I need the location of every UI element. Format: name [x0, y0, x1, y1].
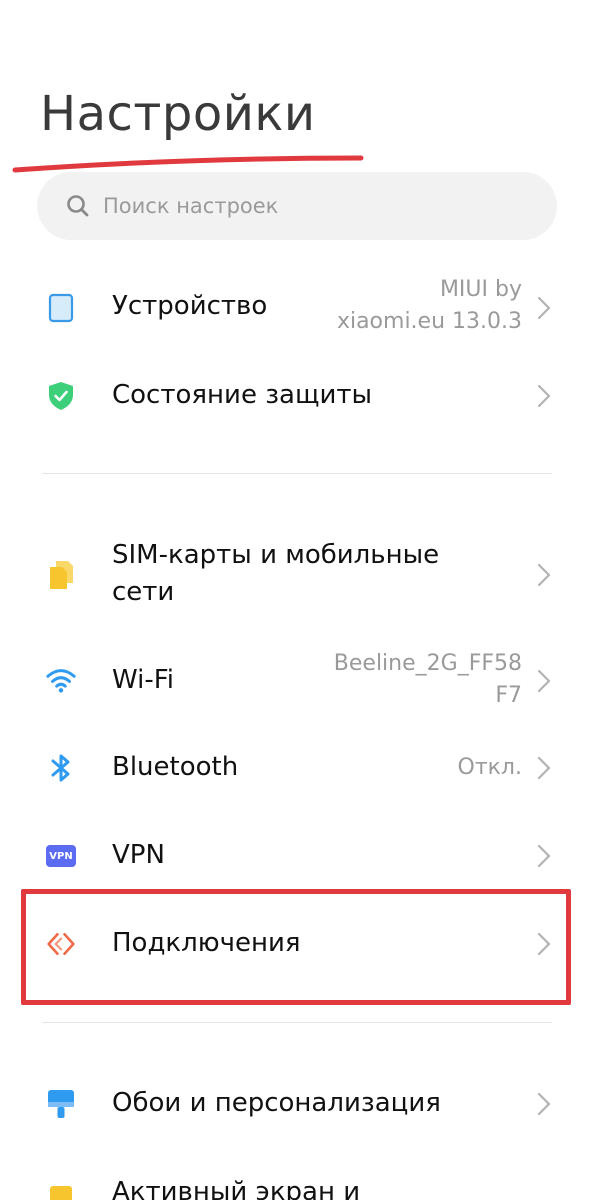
shield-check-icon: [46, 381, 76, 411]
chevron-right-icon: [537, 384, 551, 408]
sim-cards-icon: [46, 560, 76, 590]
vpn-icon-badge: VPN: [46, 845, 76, 867]
value-line: MIUI by: [439, 277, 522, 302]
search-icon: [67, 195, 89, 217]
settings-item-label: SIM-карты и мобильные сети: [112, 537, 439, 611]
settings-item-vpn[interactable]: VPN VPN: [0, 818, 594, 894]
title-underline-annotation: [12, 155, 364, 173]
search-bar[interactable]: [37, 172, 557, 240]
settings-item-label: Активный экран и: [112, 1177, 361, 1200]
bluetooth-status-value: Откл.: [457, 755, 522, 780]
phone-device-icon: [46, 293, 76, 323]
vpn-icon: VPN: [46, 841, 76, 871]
chevron-right-icon: [537, 756, 551, 780]
chevron-right-icon: [537, 296, 551, 320]
label-line: сети: [112, 577, 175, 607]
settings-item-active-screen[interactable]: Активный экран и: [0, 1160, 594, 1200]
chevron-right-icon: [537, 563, 551, 587]
display-icon: [46, 1184, 76, 1200]
label-line: SIM-карты и мобильные: [112, 540, 440, 570]
value-line: xiaomi.eu 13.0.3: [336, 309, 522, 334]
chevron-right-icon: [537, 844, 551, 868]
wifi-network-value: Beeline_2G_FF58 F7: [334, 648, 522, 712]
settings-item-label: Wi-Fi: [112, 665, 175, 695]
value-line: F7: [495, 683, 522, 708]
section-divider: [42, 473, 552, 474]
settings-item-label: Обои и персонализация: [112, 1088, 441, 1118]
settings-item-wifi[interactable]: Wi-Fi Beeline_2G_FF58 F7: [0, 640, 594, 720]
chevron-right-icon: [537, 669, 551, 693]
wifi-icon: [46, 665, 76, 695]
highlight-annotation-box: [21, 889, 571, 1005]
search-input[interactable]: [103, 194, 483, 218]
settings-item-device[interactable]: Устройство MIUI by xiaomi.eu 13.0.3: [0, 268, 594, 348]
bluetooth-icon: [46, 753, 76, 783]
wallpaper-brush-icon: [46, 1089, 76, 1119]
section-divider: [42, 1022, 552, 1023]
device-version-value: MIUI by xiaomi.eu 13.0.3: [337, 274, 522, 338]
page-title: Настройки: [40, 86, 316, 142]
settings-item-bluetooth[interactable]: Bluetooth Откл.: [0, 730, 594, 806]
chevron-right-icon: [537, 1092, 551, 1116]
settings-item-label: VPN: [112, 840, 165, 870]
settings-item-label: Bluetooth: [112, 752, 239, 782]
value-line: Beeline_2G_FF58: [333, 651, 522, 676]
settings-item-protection[interactable]: Состояние защиты: [0, 358, 594, 434]
settings-item-sim[interactable]: SIM-карты и мобильные сети: [0, 533, 594, 617]
settings-item-label: Устройство: [112, 291, 268, 321]
settings-item-label: Состояние защиты: [112, 380, 373, 410]
settings-item-wallpaper[interactable]: Обои и персонализация: [0, 1066, 594, 1142]
